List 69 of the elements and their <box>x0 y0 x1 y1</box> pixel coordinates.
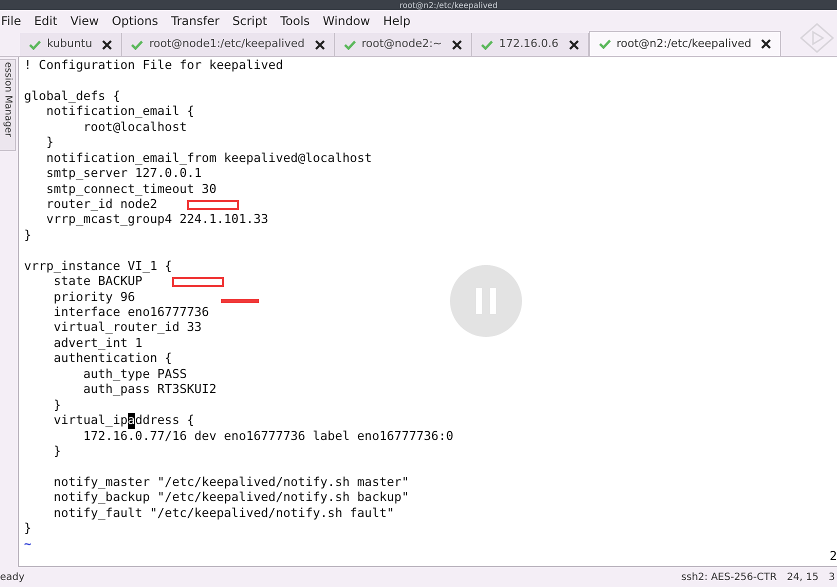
code-line: state BACKUP <box>52 274 142 290</box>
code-line: ddress { <box>135 413 194 428</box>
code-line: notify_backup "/etc/keepalived/notify.sh backup" <box>52 490 409 506</box>
menu-item[interactable]: Transfer <box>171 12 220 30</box>
checkmark-icon <box>481 40 494 50</box>
tab-label: root@n2:/etc/keepalived <box>616 36 752 52</box>
code-line: notify_master "/etc/keepalived/notify.sh master" <box>52 474 409 490</box>
close-icon[interactable] <box>452 40 462 50</box>
code-line: auth_type PASS <box>82 366 187 382</box>
session-manager-label: ession Manager <box>2 62 14 137</box>
menu-item[interactable]: Tools <box>280 12 310 30</box>
code-line: } <box>45 135 54 151</box>
close-icon[interactable] <box>568 40 578 50</box>
code-line: notification_email { <box>45 104 194 120</box>
menu-item[interactable]: Edit <box>34 12 58 30</box>
status-field: 3 <box>828 570 835 584</box>
code-line: vrrp_instance VI_1 { <box>24 258 172 274</box>
checkmark-icon <box>598 39 610 49</box>
empty-line-tilde: ~ <box>24 536 32 551</box>
session-tab[interactable]: root@node1:/etc/keepalived <box>122 33 335 56</box>
close-icon[interactable] <box>314 40 325 50</box>
code-line: notification_email_from keepalived@localhost <box>45 150 372 166</box>
status-message: eady <box>0 570 25 584</box>
code-line: priority 96 <box>52 290 136 306</box>
tab-label: root@node2:~ <box>362 36 442 52</box>
code-line: ! Configuration File for keepalived <box>24 58 284 74</box>
code-line: 172.16.0.77/16 dev eno16777736 label eno16777736:0 <box>82 428 454 444</box>
code-line: smtp_server 127.0.0.1 <box>45 166 202 182</box>
menu-item[interactable]: File <box>1 12 22 30</box>
close-icon[interactable] <box>102 40 112 50</box>
menu-item[interactable]: View <box>70 12 99 30</box>
menu-item[interactable]: Window <box>322 12 370 30</box>
menu-item[interactable]: Options <box>112 12 158 30</box>
cipher-status: ssh2: AES-256-CTR <box>681 570 777 584</box>
code-line: authentication { <box>52 351 172 367</box>
code-line: advert_int 1 <box>52 336 142 352</box>
code-line: global_defs { <box>24 88 120 104</box>
code-line: router_id node2 <box>45 196 158 212</box>
pause-icon <box>475 288 497 314</box>
code-line: virtual_router_id 33 <box>52 320 202 336</box>
code-line: } <box>24 228 32 244</box>
code-line: virtual_ip <box>52 413 128 428</box>
menu-item[interactable]: Script <box>232 12 268 30</box>
session-tab[interactable]: root@node2:~ <box>334 33 472 56</box>
code-line: interface eno16777736 <box>52 305 210 320</box>
session-tab[interactable]: kubuntu <box>20 33 122 56</box>
checkmark-icon <box>344 40 356 50</box>
tab-label: kubuntu <box>47 36 92 52</box>
session-tab[interactable]: root@n2:/etc/keepalived <box>588 31 782 56</box>
code-line: } <box>52 398 62 414</box>
cursor-position: 24, 15 <box>786 570 819 584</box>
status-line-text: 2 <box>830 548 837 564</box>
menu-item[interactable]: Help <box>383 12 410 30</box>
close-icon[interactable] <box>761 39 772 49</box>
session-manager-tab[interactable]: ession Manager <box>0 59 16 151</box>
tab-label: root@node1:/etc/keepalived <box>149 36 305 52</box>
code-line: } <box>24 521 32 537</box>
code-line: notify_fault "/etc/keepalived/notify.sh fault" <box>52 506 394 522</box>
code-line: auth_pass RT3SKUI2 <box>82 382 216 398</box>
code-line: vrrp_mcast_group4 224.1.101.33 <box>45 212 268 228</box>
text-cursor: a <box>128 413 136 428</box>
checkmark-icon <box>29 40 41 50</box>
code-line: } <box>52 444 62 460</box>
code-line: smtp_connect_timeout 30 <box>45 182 216 197</box>
code-line: root@localhost <box>82 120 187 136</box>
window-title: root@n2:/etc/keepalived <box>399 0 498 10</box>
tab-label: 172.16.0.6 <box>499 36 558 52</box>
session-tab[interactable]: 172.16.0.6 <box>472 33 588 56</box>
checkmark-icon <box>131 40 144 50</box>
